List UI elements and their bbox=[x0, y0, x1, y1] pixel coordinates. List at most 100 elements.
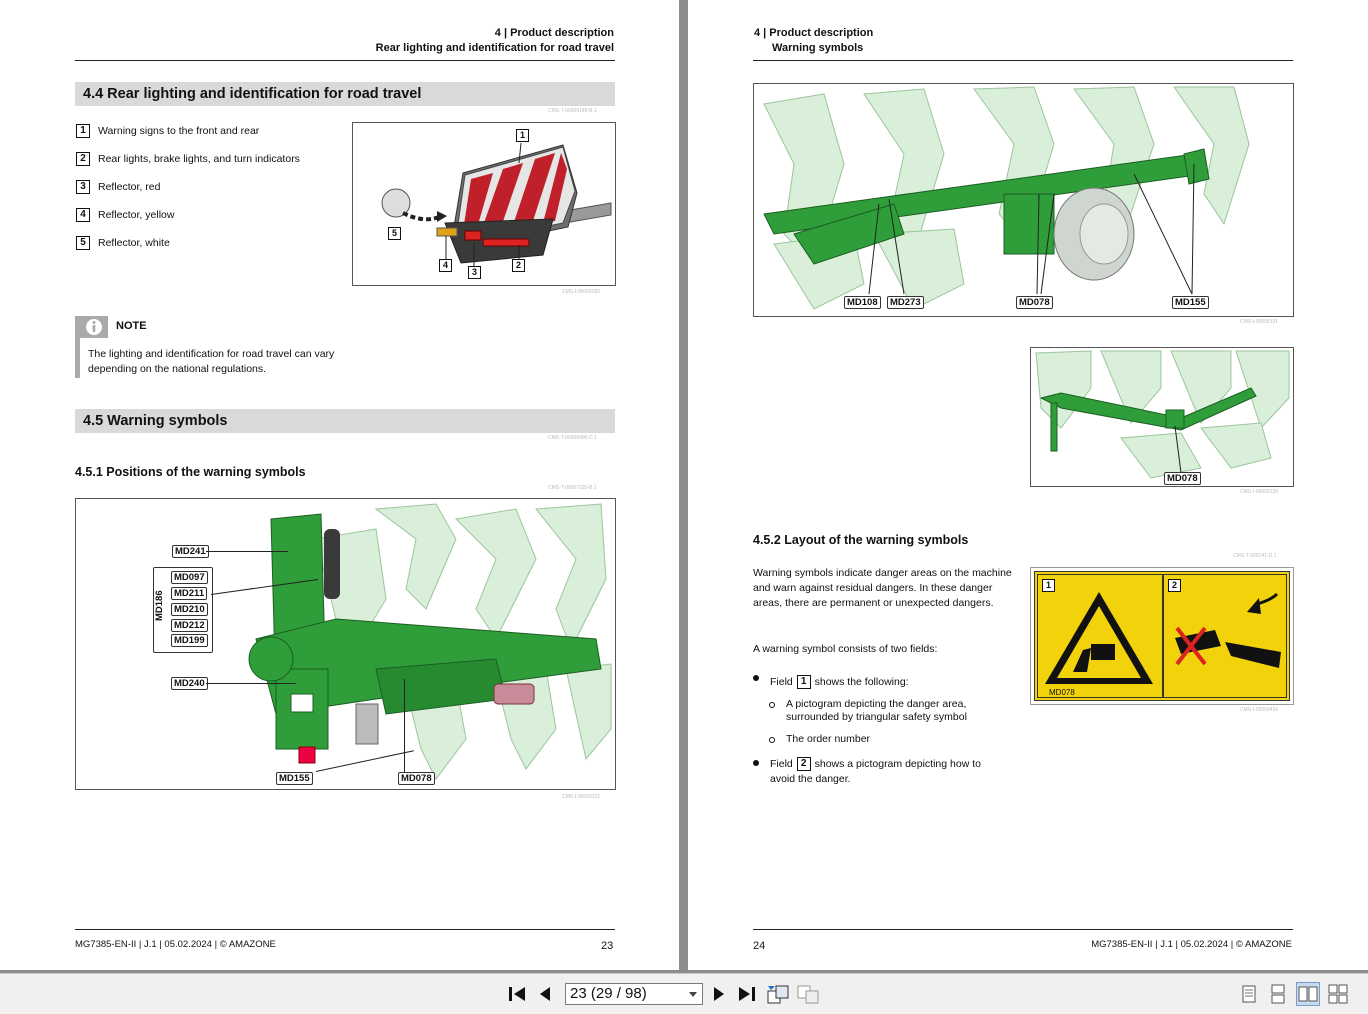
section-ref-id: CMS-T-000141-D.1 bbox=[1233, 553, 1277, 559]
legend-number: 3 bbox=[76, 180, 90, 194]
section-ref-id: CMS-T-00006496-C.1 bbox=[548, 435, 597, 441]
subsection-heading-4-5-2: 4.5.2 Layout of the warning symbols bbox=[753, 533, 969, 547]
rear-lighting-figure: 1 2 3 4 5 bbox=[352, 122, 616, 286]
go-back-view-icon bbox=[767, 985, 789, 1004]
warning-tag-md211: MD211 bbox=[171, 587, 208, 600]
legend-item: 4 Reflector, yellow bbox=[76, 208, 174, 222]
continuous-icon bbox=[1271, 984, 1285, 1004]
previous-page-button[interactable] bbox=[533, 982, 557, 1006]
legend-text: Reflector, red bbox=[98, 180, 161, 193]
page-number: 24 bbox=[753, 940, 766, 952]
page-header-section: Rear lighting and identification for roa… bbox=[375, 42, 614, 54]
continuous-view-button[interactable] bbox=[1266, 982, 1290, 1006]
go-back-view-button[interactable] bbox=[766, 982, 790, 1006]
footer-doc-info: MG7385-EN-II | J.1 | 05.02.2024 | © AMAZ… bbox=[1091, 939, 1292, 950]
page-header-section: Warning symbols bbox=[772, 42, 864, 54]
warning-tag-md240: MD240 bbox=[171, 677, 208, 690]
warning-tag-md155: MD155 bbox=[276, 772, 313, 785]
page-number: 23 bbox=[601, 940, 614, 952]
legend-number: 5 bbox=[76, 236, 90, 250]
plough-rear-illustration bbox=[763, 86, 1250, 310]
warning-positions-figure-rear: MD108 MD273 MD078 MD155 bbox=[753, 83, 1294, 317]
footer-rule bbox=[753, 929, 1293, 930]
warning-tag-md108: MD108 bbox=[844, 296, 881, 309]
info-icon bbox=[86, 319, 102, 335]
legend-text: Reflector, white bbox=[98, 236, 170, 249]
leader-line bbox=[206, 551, 288, 552]
figure-ref-id: CMS-I-00009132 bbox=[562, 794, 601, 800]
footer-rule bbox=[75, 929, 615, 930]
legend-text: Warning signs to the front and rear bbox=[98, 124, 260, 137]
warning-tag-md212: MD212 bbox=[171, 619, 208, 632]
chevron-down-icon[interactable] bbox=[689, 992, 697, 997]
section-ref-id: CMS-T-00009148-B.1 bbox=[548, 108, 597, 114]
legend-text: Reflector, yellow bbox=[98, 208, 175, 221]
footer-doc-info: MG7385-EN-II | J.1 | 05.02.2024 | © AMAZ… bbox=[75, 939, 276, 950]
sign-field-2-number: 2 bbox=[1168, 579, 1181, 592]
figure-ref-id: CMS-I-00000416 bbox=[1240, 707, 1279, 713]
facing-pages-icon bbox=[1298, 986, 1318, 1002]
pdf-viewer-toolbar: 23 (29 / 98) bbox=[0, 973, 1368, 1014]
warning-position-figure-side: MD078 bbox=[1030, 347, 1294, 487]
warning-tag-md078: MD078 bbox=[1016, 296, 1053, 309]
legend-item: 2 Rear lights, brake lights, and turn ind… bbox=[76, 152, 300, 166]
note-title: NOTE bbox=[116, 320, 147, 332]
sign-field-1-number: 1 bbox=[1042, 579, 1055, 592]
warning-tag-md199: MD199 bbox=[171, 634, 208, 647]
first-page-button[interactable] bbox=[505, 982, 529, 1006]
page-number-value: 23 (29 / 98) bbox=[570, 985, 647, 1002]
section-heading-4-4: 4.4 Rear lighting and identification for… bbox=[75, 82, 615, 106]
warning-sign: 1 2 MD078 bbox=[1034, 571, 1290, 701]
next-page-icon bbox=[714, 987, 724, 1001]
figure-ref-id: CMS-I-00005131 bbox=[1240, 319, 1279, 325]
legend-item: 5 Reflector, white bbox=[76, 236, 170, 250]
next-page-button[interactable] bbox=[707, 982, 731, 1006]
field-number: 2 bbox=[796, 757, 811, 772]
section-ref-id: CMS-T-00007220-B.1 bbox=[548, 485, 597, 491]
warning-tag-md078: MD078 bbox=[1164, 472, 1201, 485]
legend-text: Rear lights, brake lights, and turn indi… bbox=[98, 152, 300, 165]
field-2-item: Field 2 shows a pictogram depicting how … bbox=[770, 757, 1000, 787]
continuous-facing-view-button[interactable] bbox=[1326, 982, 1350, 1006]
legend-number: 4 bbox=[76, 208, 90, 222]
field-description: shows the following: bbox=[814, 676, 909, 688]
callout-5: 5 bbox=[388, 227, 401, 240]
sign-order-number: MD078 bbox=[1049, 688, 1075, 697]
header-rule bbox=[75, 60, 615, 61]
figure-ref-id: CMS-I-00005139 bbox=[1240, 489, 1279, 495]
go-forward-view-button[interactable] bbox=[796, 982, 820, 1006]
single-page-icon bbox=[1242, 985, 1256, 1003]
field-1-sub-item: A pictogram depicting the danger area, s… bbox=[786, 698, 967, 723]
single-page-view-button[interactable] bbox=[1237, 982, 1261, 1006]
warning-tag-md078: MD078 bbox=[398, 772, 435, 785]
field-label: Field bbox=[770, 676, 793, 688]
subsection-heading-4-5-1: 4.5.1 Positions of the warning symbols bbox=[75, 465, 306, 479]
legend-number: 2 bbox=[76, 152, 90, 166]
warning-group-label: MD186 bbox=[154, 590, 165, 621]
warning-tag-md241: MD241 bbox=[172, 545, 209, 558]
page-number-field[interactable]: 23 (29 / 98) bbox=[565, 983, 703, 1005]
crush-hazard-pictogram bbox=[1045, 592, 1281, 684]
rear-lighting-illustration bbox=[381, 142, 612, 267]
sub-bullet bbox=[769, 737, 775, 743]
figure-ref-id: CMS-I-00006282 bbox=[562, 289, 601, 295]
callout-3: 3 bbox=[468, 266, 481, 279]
plough-side-illustration bbox=[1035, 350, 1290, 479]
page-header-chapter: 4 | Product description bbox=[494, 27, 614, 39]
field-1-sub-item: The order number bbox=[786, 733, 871, 745]
leader-line bbox=[404, 679, 405, 772]
legend-item: 3 Reflector, red bbox=[76, 180, 160, 194]
callout-4: 4 bbox=[439, 259, 452, 272]
facing-pages-view-button[interactable] bbox=[1296, 982, 1320, 1006]
previous-page-icon bbox=[540, 987, 550, 1001]
layout-paragraph-1: Warning symbols indicate danger areas on… bbox=[753, 567, 1012, 609]
field-1-item: Field 1 shows the following: bbox=[770, 675, 1000, 690]
warning-sign-figure: 1 2 MD078 bbox=[1030, 567, 1294, 705]
callout-1: 1 bbox=[516, 129, 529, 142]
warning-tag-md210: MD210 bbox=[171, 603, 208, 616]
continuous-facing-icon bbox=[1328, 984, 1348, 1004]
last-page-button[interactable] bbox=[735, 982, 759, 1006]
layout-paragraph-2: A warning symbol consists of two fields: bbox=[753, 643, 938, 655]
warning-tag-md097: MD097 bbox=[171, 571, 208, 584]
legend-number: 1 bbox=[76, 124, 90, 138]
